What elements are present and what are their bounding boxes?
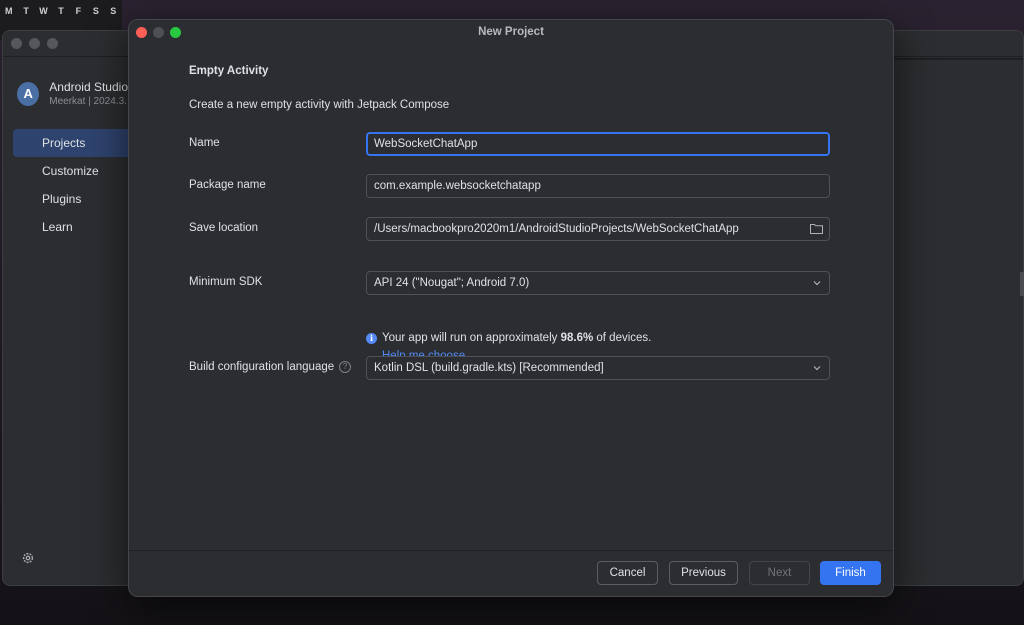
minimum-sdk-value: API 24 ("Nougat"; Android 7.0) xyxy=(374,277,530,289)
save-location-value: /Users/macbookpro2020m1/AndroidStudioPro… xyxy=(374,223,739,235)
android-studio-logo-icon: A xyxy=(17,81,40,106)
finish-button[interactable]: Finish xyxy=(820,561,881,585)
minimize-window-button[interactable] xyxy=(29,38,40,49)
sidebar-nav: Projects Customize Plugins Learn xyxy=(3,129,128,241)
template-title: Empty Activity xyxy=(189,65,269,77)
coverage-text-suffix: of devices. xyxy=(593,332,652,344)
chevron-down-icon xyxy=(813,366,821,371)
package-name-label: Package name xyxy=(189,179,266,191)
template-description: Create a new empty activity with Jetpack… xyxy=(189,99,450,111)
calendar-day-header: S xyxy=(110,6,117,16)
gear-icon[interactable] xyxy=(21,551,35,565)
build-language-label: Build configuration language xyxy=(189,361,335,374)
sidebar-item-learn[interactable]: Learn xyxy=(13,213,128,241)
calendar-day-header: M xyxy=(4,6,13,16)
sidebar-item-plugins[interactable]: Plugins xyxy=(13,185,128,213)
coverage-text-prefix: Your app will run on approximately xyxy=(382,332,561,344)
calendar-day-header: T xyxy=(58,6,64,16)
welcome-sidebar: A Android Studio Meerkat | 2024.3. Proje… xyxy=(3,58,128,585)
previous-button[interactable]: Previous xyxy=(669,561,738,585)
sidebar-item-projects[interactable]: Projects xyxy=(13,129,128,157)
app-name: Android Studio xyxy=(49,80,128,94)
name-field[interactable]: WebSocketChatApp xyxy=(366,132,830,156)
calendar-day-header: F xyxy=(75,6,82,16)
package-name-field[interactable]: com.example.websocketchatapp xyxy=(366,174,830,198)
name-label: Name xyxy=(189,137,220,149)
save-location-label: Save location xyxy=(189,222,259,234)
folder-icon[interactable] xyxy=(810,223,823,234)
window-fragment xyxy=(1020,272,1024,296)
dialog-footer: Cancel Previous Next Finish xyxy=(129,550,893,596)
save-location-field[interactable]: /Users/macbookpro2020m1/AndroidStudioPro… xyxy=(366,217,830,241)
calendar-day-header: W xyxy=(39,6,48,16)
sidebar-item-customize[interactable]: Customize xyxy=(13,157,128,185)
divider xyxy=(893,58,1023,60)
build-language-value: Kotlin DSL (build.gradle.kts) [Recommend… xyxy=(374,362,604,374)
dialog-body: Empty Activity Create a new empty activi… xyxy=(129,44,893,550)
minimum-sdk-select[interactable]: API 24 ("Nougat"; Android 7.0) xyxy=(366,271,830,295)
new-project-dialog: New Project Empty Activity Create a new … xyxy=(128,19,894,597)
close-window-button[interactable] xyxy=(11,38,22,49)
dialog-titlebar: New Project xyxy=(129,20,893,44)
app-version: Meerkat | 2024.3. xyxy=(49,96,127,107)
coverage-percent: 98.6% xyxy=(560,332,594,344)
chevron-down-icon xyxy=(813,281,821,286)
build-language-label-row: Build configuration language? xyxy=(189,361,352,374)
help-question-icon[interactable]: ? xyxy=(339,361,352,373)
minimum-sdk-label: Minimum SDK xyxy=(189,276,263,288)
app-info: A Android Studio Meerkat | 2024.3. xyxy=(3,58,128,107)
cancel-button[interactable]: Cancel xyxy=(597,561,658,585)
device-coverage-info: i Your app will run on approximately 98.… xyxy=(366,332,651,344)
build-language-select[interactable]: Kotlin DSL (build.gradle.kts) [Recommend… xyxy=(366,356,830,380)
calendar-day-header: S xyxy=(92,6,99,16)
zoom-window-button[interactable] xyxy=(47,38,58,49)
dialog-title: New Project xyxy=(478,26,544,38)
calendar-day-header: T xyxy=(23,6,29,16)
info-icon: i xyxy=(366,332,377,344)
next-button[interactable]: Next xyxy=(749,561,810,585)
